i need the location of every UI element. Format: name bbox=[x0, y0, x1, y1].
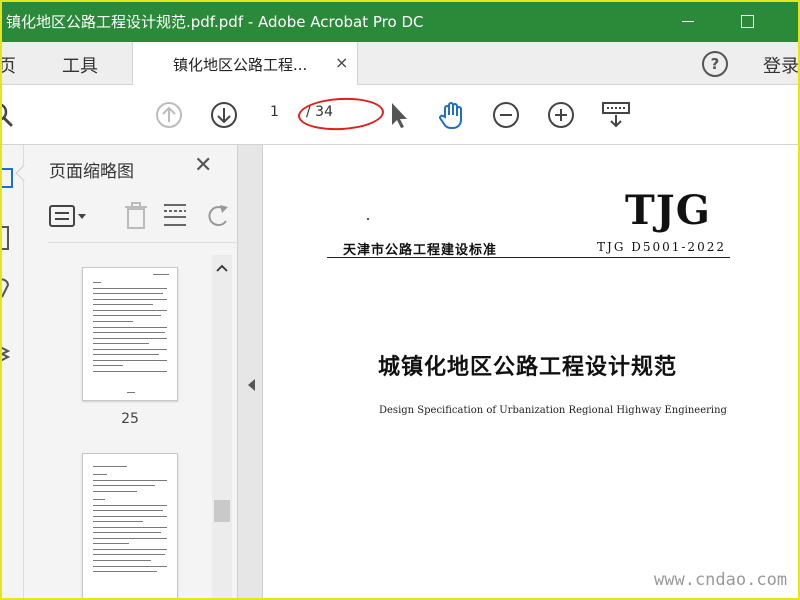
thumb-line bbox=[93, 288, 167, 289]
thumb-line bbox=[93, 349, 167, 350]
thumb-line bbox=[93, 480, 167, 481]
thumb-line bbox=[93, 485, 155, 486]
thumb-line bbox=[93, 299, 167, 300]
zoom-in-icon[interactable] bbox=[545, 99, 577, 131]
collapse-panel-icon[interactable] bbox=[248, 379, 255, 391]
annotation-ellipse bbox=[297, 95, 385, 133]
document-subtitle: Design Specification of Urbanization Reg… bbox=[379, 405, 727, 416]
close-tab-icon[interactable]: × bbox=[335, 53, 348, 72]
tab-home[interactable]: 主页 bbox=[0, 52, 16, 78]
search-icon[interactable] bbox=[0, 99, 20, 131]
zoom-out-icon[interactable] bbox=[490, 99, 522, 131]
thumb-line bbox=[93, 304, 153, 305]
window-title: 镇化地区公路工程设计规范.pdf.pdf - Adobe Acrobat Pro… bbox=[6, 13, 424, 31]
navigation-pane-strip bbox=[0, 145, 24, 600]
thumb-line bbox=[93, 343, 149, 344]
next-page-icon[interactable] bbox=[208, 99, 240, 131]
tab-document[interactable]: 镇化地区公路工程... × bbox=[132, 42, 358, 85]
page-number-input[interactable]: 1 bbox=[270, 104, 279, 120]
thumb-line bbox=[93, 549, 167, 550]
thumb-line bbox=[93, 566, 167, 567]
thumb-line bbox=[93, 327, 167, 328]
thumb-line bbox=[93, 521, 143, 522]
site-watermark: www.cndao.com bbox=[654, 570, 788, 590]
options-menu-icon[interactable] bbox=[48, 203, 92, 235]
thumbnail-page-25[interactable] bbox=[82, 267, 178, 401]
thumb-line bbox=[93, 321, 133, 322]
thumbnail-list: 25 bbox=[24, 255, 214, 600]
delete-page-icon[interactable] bbox=[122, 201, 150, 235]
standard-brand: TJG bbox=[625, 187, 711, 234]
thumb-line bbox=[93, 371, 167, 372]
thumb-line bbox=[93, 543, 129, 544]
login-button[interactable]: 登录 bbox=[763, 52, 799, 78]
document-title: 城镇化地区公路工程设计规范 bbox=[378, 355, 678, 380]
thumbnail-page-label: 25 bbox=[121, 411, 139, 427]
thumb-line bbox=[153, 274, 169, 275]
select-cursor-icon[interactable] bbox=[383, 99, 415, 131]
header-rule bbox=[327, 257, 730, 258]
attachments-nav-icon[interactable] bbox=[0, 275, 20, 305]
thumb-line bbox=[93, 338, 167, 339]
extract-pages-icon[interactable] bbox=[162, 201, 190, 235]
thumb-line bbox=[93, 499, 105, 500]
thumb-line bbox=[93, 532, 161, 533]
layers-nav-icon[interactable] bbox=[0, 337, 20, 367]
thumb-line bbox=[93, 310, 167, 311]
thumb-line bbox=[93, 365, 123, 366]
thumb-line bbox=[93, 538, 167, 539]
tab-tools[interactable]: 工具 bbox=[62, 52, 98, 78]
page-speck bbox=[367, 218, 369, 220]
thumb-line bbox=[93, 560, 151, 561]
thumbnail-scrollbar[interactable] bbox=[212, 255, 232, 600]
rotate-page-icon[interactable] bbox=[206, 201, 230, 235]
document-page: TJG 天津市公路工程建设标准 TJG D5001-2022 城镇化地区公路工程… bbox=[262, 145, 800, 600]
tab-bar: 主页 工具 镇化地区公路工程... × ? 登录 bbox=[0, 42, 800, 85]
thumb-line bbox=[93, 505, 167, 506]
toolbar: 1 / 34 bbox=[0, 85, 800, 145]
thumb-line bbox=[93, 491, 137, 492]
scrollbar-thumb[interactable] bbox=[214, 500, 230, 522]
document-tab-label: 镇化地区公路工程... bbox=[173, 56, 308, 74]
thumb-line bbox=[93, 466, 127, 467]
thumb-line bbox=[93, 571, 157, 572]
standard-name: 天津市公路工程建设标准 bbox=[343, 243, 498, 258]
page-thumbnails-panel: 页面缩略图 ✕ 25 bbox=[15, 145, 248, 600]
keyboard-scroll-icon[interactable] bbox=[600, 99, 632, 131]
thumb-line bbox=[93, 554, 165, 555]
standard-code: TJG D5001-2022 bbox=[597, 240, 726, 254]
thumb-line bbox=[93, 474, 107, 475]
thumb-line bbox=[93, 360, 167, 361]
thumbnail-page-26[interactable] bbox=[82, 453, 178, 600]
help-icon[interactable]: ? bbox=[702, 51, 728, 77]
bookmarks-nav-icon[interactable] bbox=[0, 223, 20, 253]
maximize-button[interactable] bbox=[732, 8, 762, 34]
thumb-line bbox=[93, 332, 165, 333]
scroll-up-icon[interactable] bbox=[215, 259, 229, 272]
thumb-line bbox=[93, 354, 159, 355]
thumb-line bbox=[93, 315, 161, 316]
title-bar: 镇化地区公路工程设计规范.pdf.pdf - Adobe Acrobat Pro… bbox=[0, 0, 800, 42]
panel-close-icon[interactable]: ✕ bbox=[194, 153, 212, 178]
previous-page-icon[interactable] bbox=[153, 99, 185, 131]
document-view: TJG 天津市公路工程建设标准 TJG D5001-2022 城镇化地区公路工程… bbox=[238, 145, 800, 600]
thumb-line bbox=[93, 527, 167, 528]
hand-tool-icon[interactable] bbox=[436, 99, 468, 131]
panel-title: 页面缩略图 bbox=[49, 162, 134, 182]
thumb-line bbox=[127, 392, 135, 393]
thumb-line bbox=[93, 516, 167, 517]
panel-toolbar bbox=[48, 195, 248, 243]
page-thumbnails-nav-icon[interactable] bbox=[0, 163, 20, 193]
thumb-line bbox=[93, 293, 163, 294]
minimize-button[interactable] bbox=[673, 8, 703, 34]
thumb-line bbox=[93, 510, 163, 511]
thumb-line bbox=[93, 282, 101, 283]
